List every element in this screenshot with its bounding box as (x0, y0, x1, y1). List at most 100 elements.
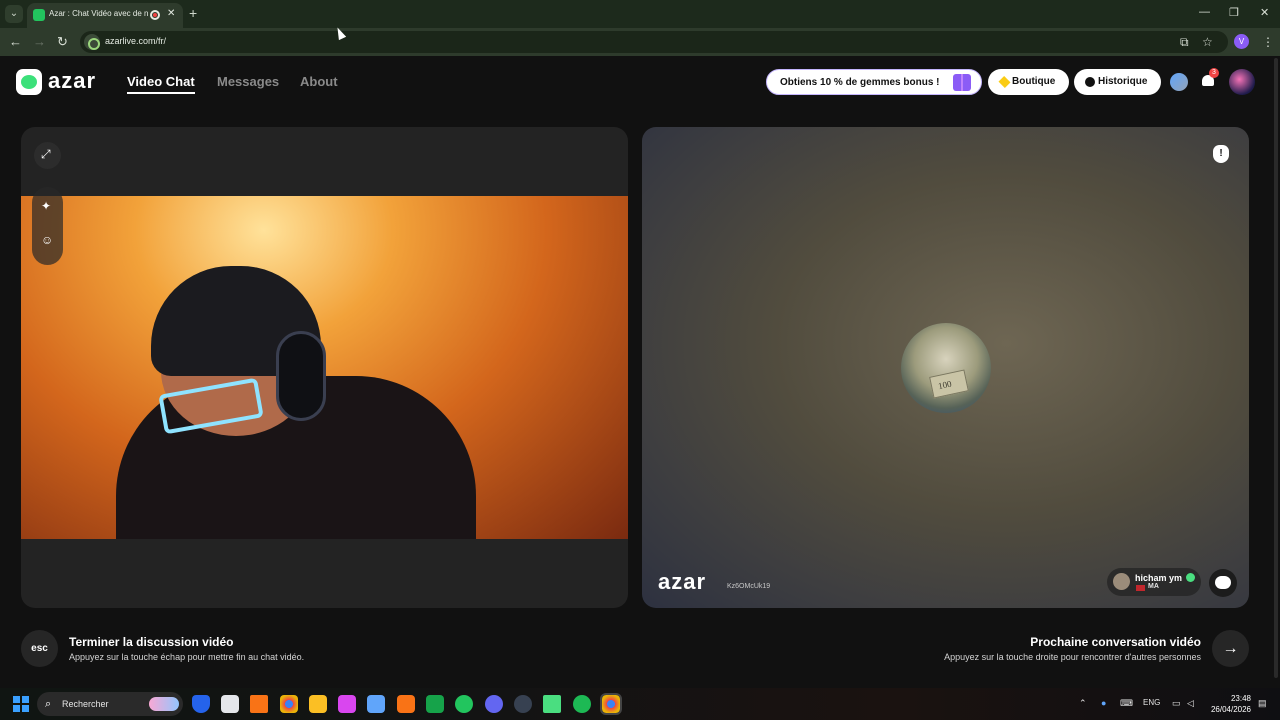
azar-watermark: azar (658, 569, 707, 594)
clock-icon (1085, 77, 1095, 87)
recording-indicator-icon (150, 10, 160, 20)
chrome-icon[interactable] (280, 695, 298, 713)
self-camera-feed (21, 196, 628, 539)
whatsapp-icon[interactable] (455, 695, 473, 713)
keyboard-icon[interactable]: ⌨ (1120, 698, 1133, 709)
expand-video-button[interactable]: ⤢ (34, 142, 61, 169)
session-id: Kz6OMcUk19 (727, 583, 771, 590)
next-chat-hint: Appuyez sur la touche droite pour rencon… (944, 652, 1201, 662)
notification-badge: 3 (1209, 68, 1219, 78)
end-chat-hint: Appuyez sur la touche échap pour mettre … (69, 652, 305, 662)
self-video-panel: ⤢ ✦ ☺ (21, 127, 628, 608)
clock-date: 26/04/2026 (1210, 705, 1251, 714)
bookmark-star-icon[interactable]: ☆ (1202, 35, 1213, 49)
scrollbar-thumb[interactable] (1274, 58, 1278, 678)
taskbar-search[interactable]: ⌕ Rechercher (37, 692, 183, 716)
notification-center-icon[interactable]: ▤ (1258, 698, 1267, 709)
language-indicator[interactable]: ENG (1143, 698, 1160, 707)
page-scrollbar[interactable] (1272, 56, 1280, 688)
nav-video-chat[interactable]: Video Chat (127, 74, 195, 89)
back-button[interactable]: ← (9, 34, 22, 49)
search-label: Rechercher (62, 699, 109, 709)
magic-wand-icon[interactable]: ✦ (41, 199, 51, 213)
gift-icon (953, 74, 971, 91)
install-app-icon[interactable]: ⧉ (1180, 35, 1189, 50)
restore-button[interactable]: ❐ (1229, 6, 1239, 19)
forward-button[interactable]: → (33, 34, 46, 49)
media-player-icon[interactable] (543, 695, 561, 713)
logo-text[interactable]: azar (48, 68, 96, 94)
partner-profile-picture (901, 323, 991, 413)
azar-favicon-icon (33, 9, 45, 21)
nav-messages[interactable]: Messages (217, 74, 279, 89)
azar-app: azar Video Chat Messages About Obtiens 1… (0, 56, 1280, 688)
windows-taskbar: ⌕ Rechercher ⌃ ● ⌨ ENG ▭ ◁ 23:48 26/04/2… (0, 688, 1280, 720)
brave-icon[interactable] (397, 695, 415, 713)
promo-label: Obtiens 10 % de gemmes bonus ! (780, 77, 940, 88)
search-icon: ⌕ (45, 698, 52, 710)
azar-logo-icon[interactable] (16, 69, 42, 95)
clock-time: 23:48 (1230, 694, 1251, 703)
windows-start-icon[interactable] (13, 696, 29, 712)
new-tab-button[interactable]: + (189, 5, 197, 21)
address-bar[interactable]: azarlive.com/fr/ (80, 31, 1228, 53)
steam-icon[interactable] (514, 695, 532, 713)
tab-close-button[interactable]: ✕ (167, 8, 175, 19)
verified-icon (1186, 573, 1195, 582)
partner-avatar (1113, 573, 1130, 590)
mail-icon[interactable] (221, 695, 239, 713)
user-avatar[interactable] (1229, 69, 1255, 95)
site-info-icon[interactable] (84, 34, 100, 50)
end-chat-title: Terminer la discussion vidéo (69, 635, 234, 649)
microphone-icon[interactable]: ● (1101, 698, 1106, 708)
tab-title: Azar : Chat Vidéo avec de n (49, 9, 149, 18)
profile-avatar[interactable]: V (1234, 34, 1249, 49)
discord-icon[interactable] (485, 695, 503, 713)
taskbar-clock[interactable]: 23:48 26/04/2026 (1205, 693, 1251, 715)
chrome-active-icon[interactable] (600, 693, 622, 715)
chat-bubble-icon (1215, 576, 1231, 589)
spotify-icon[interactable] (573, 695, 591, 713)
volume-icon[interactable]: ◁ (1187, 698, 1194, 709)
close-window-button[interactable]: ✕ (1260, 6, 1269, 19)
browser-toolbar: ← → ↻ azarlive.com/fr/ ⧉ ☆ ⋮ (0, 28, 1280, 56)
morocco-flag-icon (1136, 585, 1145, 591)
partner-country: MA (1148, 583, 1159, 590)
expand-icon: ⤢ (41, 147, 51, 161)
shop-button[interactable]: Boutique (988, 69, 1069, 95)
vlc-icon[interactable] (250, 695, 268, 713)
instagram-icon[interactable] (338, 695, 356, 713)
next-chat-title: Prochaine conversation vidéo (1030, 635, 1201, 649)
browser-tab[interactable]: Azar : Chat Vidéo avec de n ✕ (27, 3, 183, 28)
tab-search-icon[interactable]: ⌄ (5, 5, 23, 23)
partner-video-panel: ! azar Kz6OMcUk19 hicham ym MA (642, 127, 1249, 608)
file-explorer-icon[interactable] (309, 695, 327, 713)
nav-about[interactable]: About (300, 74, 338, 89)
network-icon[interactable]: ▭ (1172, 698, 1181, 709)
partner-user-chip[interactable]: hicham ym MA (1107, 568, 1201, 596)
history-button[interactable]: Historique (1074, 69, 1161, 95)
next-chat-button[interactable]: → (1212, 630, 1249, 667)
url-text: azarlive.com/fr/ (105, 36, 167, 46)
open-chat-button[interactable] (1209, 569, 1237, 597)
search-highlight-art (149, 697, 179, 711)
xbox-icon[interactable] (426, 695, 444, 713)
history-label: Historique (1098, 76, 1148, 87)
tray-overflow-icon[interactable]: ⌃ (1079, 698, 1087, 709)
store-icon[interactable] (367, 695, 385, 713)
gem-icon (998, 75, 1011, 89)
browser-menu-icon[interactable]: ⋮ (1262, 35, 1274, 49)
esc-key-button[interactable]: esc (21, 630, 58, 667)
defender-icon[interactable] (192, 695, 210, 713)
minimize-button[interactable]: — (1199, 6, 1210, 18)
partner-name: hicham ym (1135, 573, 1183, 583)
reload-button[interactable]: ↻ (57, 34, 68, 50)
report-shield-icon[interactable]: ! (1213, 145, 1229, 163)
sticker-face-icon[interactable]: ☺ (41, 233, 53, 247)
notifications-bell-icon[interactable]: 3 (1201, 68, 1219, 89)
gems-promo-button[interactable]: Obtiens 10 % de gemmes bonus ! (766, 69, 982, 95)
gem-balance-icon[interactable] (1170, 73, 1188, 91)
active-nav-underline (127, 92, 195, 94)
browser-tab-strip: ⌄ Azar : Chat Vidéo avec de n ✕ + — ❐ ✕ (0, 0, 1280, 28)
headphones (276, 331, 326, 421)
